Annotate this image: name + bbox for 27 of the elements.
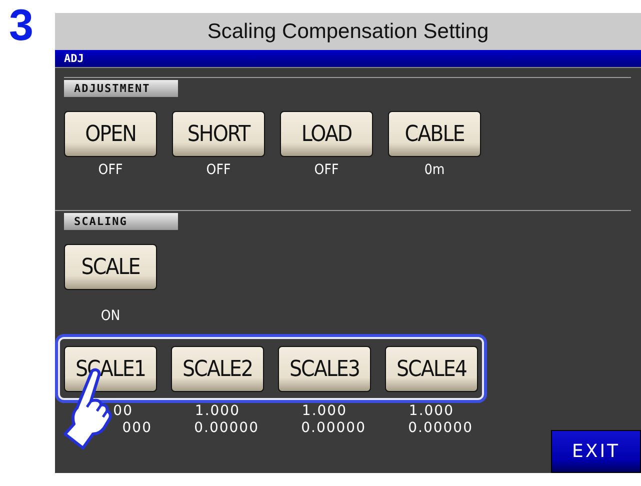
preset-value: 1.000 [194, 403, 240, 420]
key-button[interactable]: SCALE3 [278, 346, 371, 392]
section-label: SCALING [64, 213, 178, 230]
preset-value: 000 [121, 420, 152, 437]
key-button[interactable]: OPEN [64, 111, 157, 157]
exit-button[interactable]: EXIT [551, 430, 641, 473]
preset-value: 1.000 [408, 403, 454, 420]
status-value: OFF [206, 162, 231, 178]
section-label: ADJUSTMENT [64, 80, 178, 97]
key-button[interactable]: CABLE [388, 111, 481, 157]
preset-value: 0.00000 [194, 420, 259, 437]
preset-value: 0.00000 [301, 420, 366, 437]
status-value: ON [100, 308, 120, 324]
preset-value: 00 [112, 403, 133, 420]
status-value: OFF [314, 162, 339, 178]
key-button[interactable]: SCALE [64, 244, 157, 290]
key-button[interactable]: SHORT [172, 111, 265, 157]
key-button[interactable]: LOAD [280, 111, 373, 157]
page-title: Scaling Compensation Setting [55, 13, 641, 50]
key-button[interactable]: SCALE4 [385, 346, 478, 392]
status-value: 0m [424, 162, 445, 178]
status-value: OFF [98, 162, 123, 178]
screen-header: ADJ [55, 50, 641, 68]
key-button[interactable]: SCALE2 [171, 346, 264, 392]
preset-value: 1.000 [301, 403, 347, 420]
preset-value: 0.00000 [408, 420, 473, 437]
step-number: 3 [8, 0, 34, 52]
